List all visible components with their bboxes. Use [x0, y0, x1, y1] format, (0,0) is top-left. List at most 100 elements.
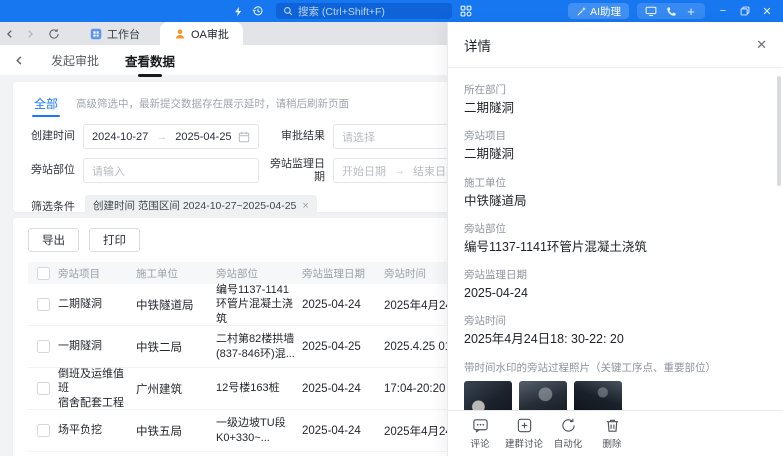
detail-field-supervise-date: 旁站监理日期 2025-04-24	[464, 267, 767, 301]
select-all-checkbox[interactable]	[37, 267, 50, 280]
search-input[interactable]: 搜索 (Ctrl+Shift+F)	[276, 3, 452, 19]
tab-workbench-label: 工作台	[107, 26, 140, 42]
filter-condition-tag-text: 创建时间 范围区间 2024-10-27~2025-04-25	[93, 198, 296, 213]
created-time-range-picker[interactable]: 2024-10-27 → 2025-04-25	[83, 124, 259, 149]
automation-button[interactable]: 自动化	[546, 417, 590, 450]
supervise-end-placeholder: 结束日期	[413, 163, 447, 179]
table-row[interactable]: 场平负挖 中铁五局 一级边坡TU段 K0+330~... 2025-04-24 …	[28, 410, 447, 452]
cell-date: 2025-04-24	[302, 299, 384, 311]
titlebar: 搜索 (Ctrl+Shift+F) AI助理 + −	[0, 0, 783, 22]
apps-grid-icon[interactable]	[456, 2, 476, 20]
process-photo-thumbnail[interactable]	[464, 381, 512, 411]
minimize-icon[interactable]: −	[713, 2, 733, 20]
table-row[interactable]: 倒班及运维值班 宿舍配套工程 广州建筑 12号楼163桩 2025-04-24 …	[28, 368, 447, 410]
detail-footer: 评论 建群讨论 自动化	[448, 410, 783, 456]
supervise-date-range-picker[interactable]: 开始日期 → 结束日期	[333, 158, 447, 183]
table-header-row: 旁站项目 施工单位 旁站部位 旁站监理日期 旁站时间	[28, 262, 447, 284]
tab-workbench[interactable]: 工作台	[76, 22, 154, 45]
search-placeholder: 搜索 (Ctrl+Shift+F)	[298, 4, 385, 19]
table-row[interactable]: 二期隧洞 中铁隧道局 编号1137-1141 环管片混凝土浇筑 2025-04-…	[28, 284, 447, 326]
cell-project: 二期隧洞	[58, 297, 136, 311]
refresh-icon[interactable]	[44, 22, 64, 45]
nav-forward-icon[interactable]	[20, 22, 40, 45]
cell-part: 编号1137-1141 环管片混凝土浇筑	[216, 283, 302, 326]
automation-icon	[560, 417, 577, 434]
approval-result-select[interactable]: 请选择	[333, 124, 447, 149]
table-row[interactable]: 一期隧洞 中铁二局 二村第82楼拱墙 (837-846环)混... 2025-0…	[28, 326, 447, 368]
cell-contractor: 广州建筑	[136, 381, 216, 397]
row-checkbox[interactable]	[37, 424, 50, 437]
cell-time: 17:04-20:20	[384, 383, 447, 395]
comment-icon	[472, 417, 489, 434]
col-header: 旁站部位	[216, 266, 302, 281]
supervise-date-label: 旁站监理日期	[267, 158, 325, 183]
station-part-input[interactable]: 请输入	[83, 158, 259, 183]
delete-button[interactable]: 删除	[590, 417, 634, 450]
created-end-value: 2025-04-25	[175, 131, 234, 143]
cell-time: 2025年4月24号15:0	[384, 423, 447, 439]
col-header: 旁站监理日期	[302, 266, 384, 281]
process-photo-thumbnail[interactable]	[519, 381, 567, 411]
back-chevron-icon[interactable]	[14, 55, 25, 66]
person-icon	[174, 28, 186, 40]
app-window: 搜索 (Ctrl+Shift+F) AI助理 + −	[0, 0, 783, 456]
detail-panel: 详情 ✕ 所在部门 二期隧洞 旁站项目 二期隧洞 施工单位 中铁隧道局 旁站部位	[447, 22, 783, 456]
print-button[interactable]: 打印	[89, 228, 140, 252]
cell-contractor: 中铁二局	[136, 339, 216, 355]
nav-back-icon[interactable]	[0, 22, 20, 45]
cell-part: 12号楼163桩	[216, 381, 302, 395]
row-checkbox[interactable]	[37, 298, 50, 311]
window-controls: − ✕	[713, 2, 777, 20]
filter-condition-label: 筛选条件	[29, 198, 75, 214]
results-table: 旁站项目 施工单位 旁站部位 旁站监理日期 旁站时间 二期隧洞 中铁隧道局 编号…	[28, 262, 447, 456]
document-tabbar: 工作台 OA审批	[0, 22, 447, 45]
detail-scrollbar[interactable]	[777, 76, 781, 186]
screen-share-icon[interactable]	[641, 2, 661, 20]
tab-oa-approval[interactable]: OA审批	[160, 22, 243, 45]
magic-wand-icon	[576, 6, 587, 17]
phone-call-icon[interactable]	[661, 2, 681, 20]
history-icon[interactable]	[248, 2, 268, 20]
create-group-discussion-label: 建群讨论	[505, 436, 543, 450]
process-photo-thumbnail[interactable]	[574, 381, 622, 411]
filter-tab-all[interactable]: 全部	[28, 95, 64, 112]
close-detail-icon[interactable]: ✕	[756, 37, 767, 53]
detail-field-project: 旁站项目 二期隧洞	[464, 128, 767, 162]
detail-body: 所在部门 二期隧洞 旁站项目 二期隧洞 施工单位 中铁隧道局 旁站部位 编号11…	[448, 69, 783, 410]
quick-actions-icon[interactable]	[228, 2, 248, 20]
add-icon[interactable]: +	[681, 2, 701, 20]
filter-condition-tag: 创建时间 范围区间 2024-10-27~2025-04-25 ×	[85, 195, 317, 216]
cell-part: 一级边坡TU段 K0+330~...	[216, 416, 302, 445]
comment-button[interactable]: 评论	[458, 417, 502, 450]
create-group-discussion-button[interactable]: 建群讨论	[502, 417, 546, 450]
detail-field-time: 旁站时间 2025年4月24日18: 30-22: 20	[464, 313, 767, 347]
delay-notice-text: 高级筛选中，最新提交数据存在展示延时，请稍后刷新页面	[76, 96, 349, 111]
filter-card: 全部 高级筛选中，最新提交数据存在展示延时，请稍后刷新页面 创建时间 2024-…	[13, 82, 447, 212]
row-checkbox[interactable]	[37, 340, 50, 353]
detail-field-part: 旁站部位 编号1137-1141环管片混凝土浇筑	[464, 221, 767, 255]
cell-date: 2025-04-24	[302, 383, 384, 395]
remove-condition-icon[interactable]: ×	[302, 200, 308, 212]
approval-result-label: 审批结果	[267, 130, 325, 143]
export-button[interactable]: 导出	[28, 228, 79, 252]
ai-assistant-label: AI助理	[590, 4, 621, 19]
restore-window-icon[interactable]	[735, 2, 755, 20]
ai-assistant-button[interactable]: AI助理	[568, 3, 629, 19]
cell-part: 二村第82楼拱墙 (837-846环)混...	[216, 332, 302, 361]
data-table-card: 导出 打印 旁站项目 施工单位 旁站部位 旁站监理日期 旁站时间 二期隧洞	[13, 218, 447, 456]
table-row[interactable]: 场平负挖 中铁五局 一级边坡TU段 K0+330~... 2025-04-24 …	[28, 452, 447, 456]
close-window-icon[interactable]: ✕	[757, 2, 777, 20]
workbench-icon	[90, 28, 102, 40]
range-arrow: →	[156, 131, 167, 143]
tab-view-data[interactable]: 查看数据	[125, 51, 175, 70]
col-header: 施工单位	[136, 266, 216, 281]
automation-label: 自动化	[554, 436, 583, 450]
detail-field-contractor: 施工单位 中铁隧道局	[464, 175, 767, 209]
cell-time: 2025.4.25 01:03-20	[384, 341, 447, 353]
process-photos-label: 带时间水印的旁站过程照片（关键工序点、重要部位）	[464, 360, 767, 375]
tab-initiate-approval[interactable]: 发起审批	[51, 52, 99, 69]
created-time-label: 创建时间	[29, 130, 75, 143]
cell-project: 倒班及运维值班 宿舍配套工程	[58, 367, 136, 410]
delete-label: 删除	[602, 436, 621, 450]
row-checkbox[interactable]	[37, 382, 50, 395]
